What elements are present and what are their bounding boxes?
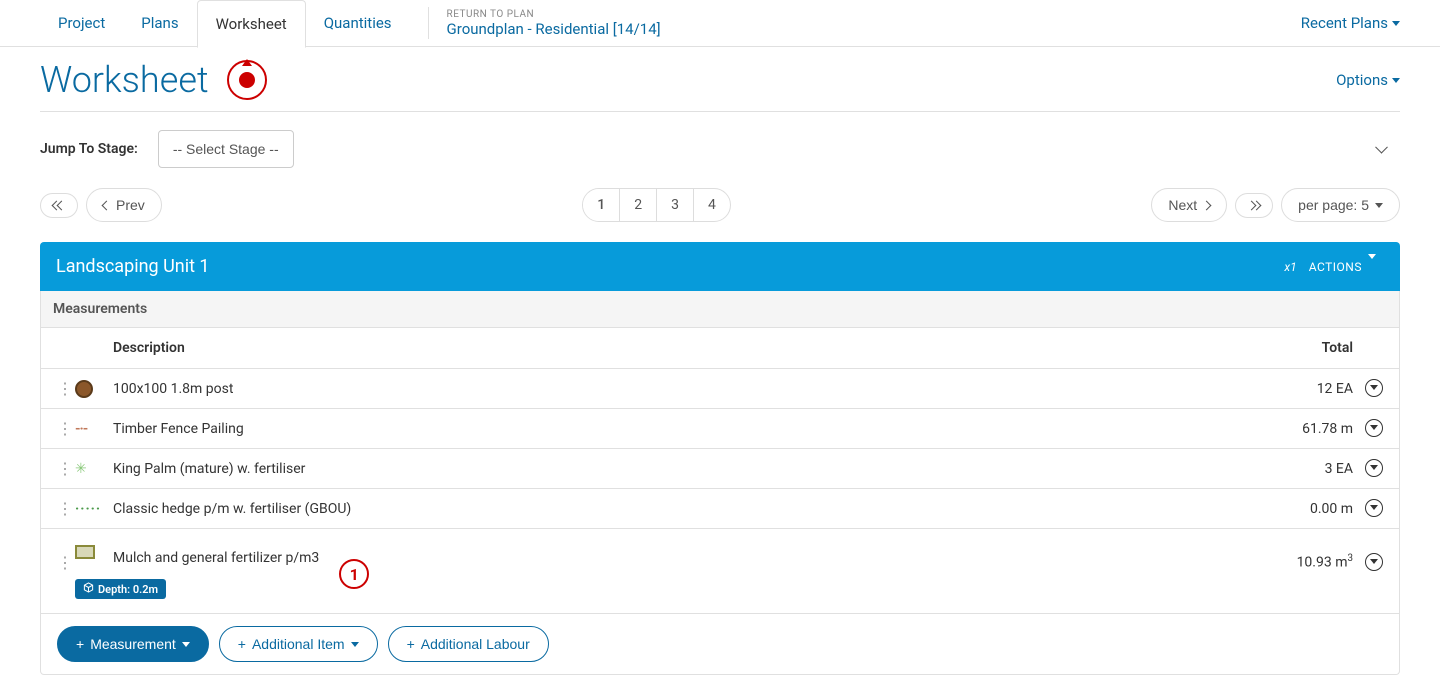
drag-handle[interactable]	[57, 499, 75, 518]
plus-icon: +	[407, 636, 415, 652]
row-expand-button[interactable]	[1365, 379, 1383, 397]
page-2[interactable]: 2	[620, 189, 657, 221]
measurements-section-label: Measurements	[40, 291, 1400, 328]
depth-chip[interactable]: Depth: 0.2m	[75, 579, 166, 599]
row-description[interactable]: Timber Fence Pailing	[113, 421, 1243, 437]
return-link[interactable]: Groundplan - Residential [14/14]	[447, 20, 661, 38]
add-measurement-button[interactable]: + Measurement	[57, 626, 209, 662]
return-to-plan[interactable]: RETURN TO PLAN Groundplan - Residential …	[447, 9, 661, 38]
area-icon	[75, 545, 95, 559]
hedge-icon: ·····	[75, 501, 101, 517]
prev-page-button[interactable]: Prev	[86, 188, 162, 222]
table-row: ✳ King Palm (mature) w. fertiliser 3 EA	[41, 449, 1399, 489]
point-icon	[75, 380, 93, 398]
recent-plans-dropdown[interactable]: Recent Plans	[1301, 14, 1400, 32]
line-icon: -·-	[75, 421, 87, 437]
row-expand-button[interactable]	[1365, 459, 1383, 477]
caret-down-icon	[1375, 203, 1383, 212]
per-page-dropdown[interactable]: per page: 5	[1281, 188, 1400, 222]
unit-title: Landscaping Unit 1	[56, 256, 210, 277]
drag-icon	[57, 419, 73, 438]
drag-icon	[57, 379, 73, 398]
caret-down-icon	[1392, 21, 1400, 30]
page-4[interactable]: 4	[694, 189, 730, 221]
last-page-button[interactable]	[1235, 193, 1273, 218]
table-row: 100x100 1.8m post 12 EA	[41, 369, 1399, 409]
row-total: 61.78 m	[1243, 421, 1353, 437]
add-additional-labour-button[interactable]: + Additional Labour	[388, 626, 549, 662]
cube-icon	[83, 582, 94, 596]
col-description: Description	[57, 340, 1243, 356]
drag-handle[interactable]	[57, 419, 75, 438]
row-total: 12 EA	[1243, 381, 1353, 397]
page-title: Worksheet	[40, 59, 267, 101]
next-page-button[interactable]: Next	[1151, 188, 1227, 222]
page-3[interactable]: 3	[657, 189, 694, 221]
jump-to-stage-label: Jump To Stage:	[40, 141, 138, 157]
row-total: 0.00 m	[1243, 501, 1353, 517]
drag-handle[interactable]	[57, 459, 75, 478]
add-additional-item-button[interactable]: + Additional Item	[219, 626, 378, 662]
plus-icon: +	[238, 636, 246, 652]
row-description[interactable]: Mulch and general fertilizer p/m3	[113, 550, 319, 566]
chevron-right-icon	[1202, 200, 1212, 210]
chevron-left-icon	[102, 200, 112, 210]
stage-select[interactable]: -- Select Stage --	[158, 130, 294, 168]
drag-handle[interactable]	[57, 553, 75, 572]
caret-down-icon	[351, 642, 359, 651]
drag-icon	[57, 553, 73, 572]
tab-quantities[interactable]: Quantities	[306, 0, 410, 46]
target-badge-icon	[227, 60, 267, 100]
first-page-button[interactable]	[40, 193, 78, 218]
plant-icon: ✳	[75, 461, 87, 477]
row-description[interactable]: King Palm (mature) w. fertiliser	[113, 461, 1243, 477]
row-description[interactable]: 100x100 1.8m post	[113, 381, 1243, 397]
unit-header: Landscaping Unit 1 x1 ACTIONS	[40, 242, 1400, 291]
unit-actions-button[interactable]: ACTIONS	[1309, 259, 1384, 275]
tab-divider	[428, 7, 429, 39]
table-row: ····· Classic hedge p/m w. fertiliser (G…	[41, 489, 1399, 529]
options-dropdown[interactable]: Options	[1336, 71, 1400, 89]
tab-worksheet[interactable]: Worksheet	[197, 0, 306, 48]
caret-down-icon	[1392, 78, 1400, 87]
unit-multiplier: x1	[1284, 260, 1296, 274]
row-description[interactable]: Classic hedge p/m w. fertiliser (GBOU)	[113, 501, 1243, 517]
row-expand-button[interactable]	[1365, 553, 1383, 571]
plus-icon: +	[76, 636, 84, 652]
tab-plans[interactable]: Plans	[123, 0, 196, 46]
page-group: 1 2 3 4	[582, 188, 731, 222]
row-total: 10.93 m3	[1243, 553, 1353, 571]
caret-down-icon	[182, 642, 190, 651]
drag-icon	[57, 459, 73, 478]
return-label: RETURN TO PLAN	[447, 9, 661, 20]
row-expand-button[interactable]	[1365, 419, 1383, 437]
page-1[interactable]: 1	[583, 189, 620, 221]
drag-handle[interactable]	[57, 379, 75, 398]
tab-project[interactable]: Project	[40, 0, 123, 46]
drag-icon	[57, 499, 73, 518]
measurements-table: Description Total 100x100 1.8m post 12 E…	[40, 328, 1400, 675]
table-row: Mulch and general fertilizer p/m3 1 Dept…	[41, 529, 1399, 614]
chevron-down-circle-icon	[1368, 259, 1384, 275]
table-row: -·- Timber Fence Pailing 61.78 m	[41, 409, 1399, 449]
row-expand-button[interactable]	[1365, 499, 1383, 517]
col-total: Total	[1243, 340, 1353, 356]
top-tabs: Project Plans Worksheet Quantities RETUR…	[0, 0, 1440, 47]
footer-buttons: + Measurement + Additional Item + Additi…	[41, 614, 1399, 674]
row-total: 3 EA	[1243, 461, 1353, 477]
